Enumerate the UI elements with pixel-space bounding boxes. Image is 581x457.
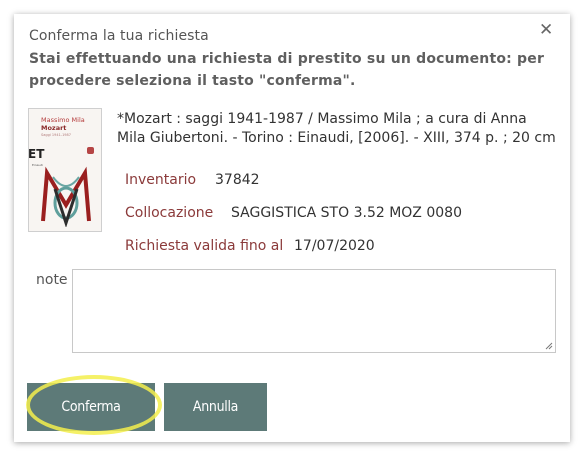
inventario-label: Inventario [125,172,197,188]
richiesta-label: Richiesta valida fino al [125,238,284,254]
collocazione-row: Collocazione SAGGISTICA STO 3.52 MOZ 008… [125,205,462,221]
dialog-title: Conferma la tua richiesta [29,28,209,44]
publisher-logo-icon [87,147,94,154]
book-cover-image: Massimo Mila Mozart Saggi 1941-1987 ET E… [28,108,102,232]
confirm-button[interactable]: Conferma [27,383,155,431]
inventario-value: 37842 [215,172,260,188]
cover-subtitle: Saggi 1941-1987 [41,133,71,137]
close-icon[interactable]: ✕ [539,20,553,40]
note-label: note [36,272,68,288]
cancel-button[interactable]: Annulla [164,383,267,431]
collocazione-label: Collocazione [125,205,214,221]
dialog-message: Stai effettuando una richiesta di presti… [29,51,545,89]
resize-grip-icon[interactable] [545,342,553,350]
richiesta-value: 17/07/2020 [294,238,375,254]
cover-series-mark: ET [28,147,45,161]
cover-monogram-icon [41,166,91,227]
note-field-container [72,269,556,353]
inventario-row: Inventario 37842 [125,172,260,188]
collocazione-value: SAGGISTICA STO 3.52 MOZ 0080 [231,205,462,221]
loan-request-dialog: Conferma la tua richiesta ✕ Stai effettu… [14,14,570,442]
book-description: *Mozart : saggi 1941-1987 / Massimo Mila… [117,111,556,146]
note-textarea[interactable] [73,270,555,352]
richiesta-row: Richiesta valida fino al 17/07/2020 [125,238,375,254]
cover-author: Massimo Mila [41,116,85,124]
cover-title: Mozart [41,124,67,132]
